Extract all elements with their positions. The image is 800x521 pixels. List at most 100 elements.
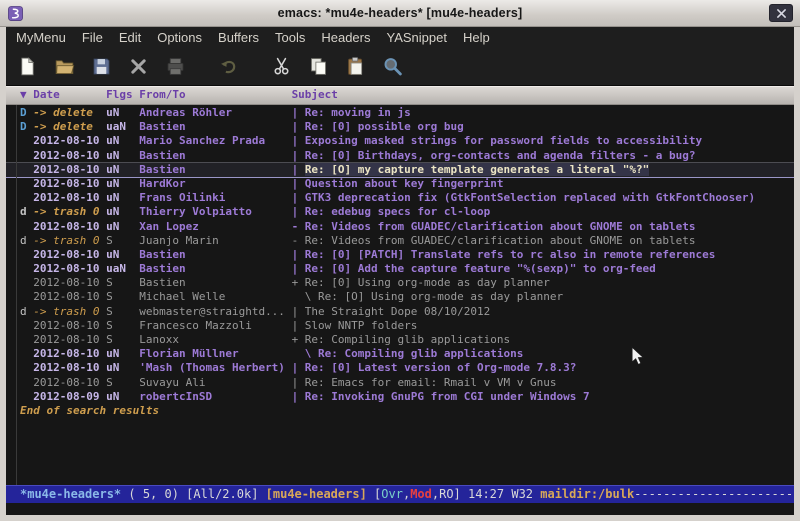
message-mark [20, 276, 33, 289]
mode-line[interactable]: *mu4e-headers* ( 5, 0) [All/2.0k] [mu4e-… [6, 485, 794, 503]
menu-item-yasnippet[interactable]: YASnippet [378, 29, 454, 46]
message-mark [20, 361, 33, 374]
message-mark: d [20, 234, 33, 247]
message-from: Florian Müllner [139, 347, 291, 360]
message-flags: uN [106, 177, 139, 190]
modeline-segment: [mu4e-headers] [266, 487, 367, 501]
message-row[interactable]: 2012-08-10 uN Florian Müllner \ Re: Comp… [6, 347, 794, 361]
message-mark [20, 390, 33, 403]
message-row[interactable]: 2012-08-10 S Michael Welle \ Re: [O] Usi… [6, 290, 794, 304]
message-subject: | Slow NNTP folders [292, 319, 418, 332]
message-mark [20, 134, 33, 147]
new-file-button[interactable] [12, 51, 43, 81]
open-file-button[interactable] [49, 51, 80, 81]
message-row[interactable]: 2012-08-10 S Lanoxx + Re: Compiling glib… [6, 333, 794, 347]
message-subject: | Question about key fingerprint [292, 177, 504, 190]
message-from: Francesco Mazzoli [139, 319, 291, 332]
modeline-segment: 14:27 W32 [468, 487, 540, 501]
buffer[interactable]: D -> delete uN Andreas Röhler | Re: movi… [6, 105, 794, 485]
message-row[interactable]: 2012-08-10 uN 'Mash (Thomas Herbert) | R… [6, 361, 794, 375]
print-icon [165, 56, 186, 77]
window-icon[interactable] [7, 5, 24, 22]
paste-button[interactable] [340, 51, 371, 81]
header-line[interactable]: ▼ Date Flgs From/To Subject [6, 86, 794, 105]
message-from: Lanoxx [139, 333, 291, 346]
column-header-row[interactable]: ▼ Date Flgs From/To Subject [6, 87, 794, 103]
message-row[interactable]: 2012-08-10 uN HardKor | Question about k… [6, 177, 794, 191]
message-mark [20, 191, 33, 204]
message-row[interactable]: d -> trash 0 uN Thierry Volpiatto | Re: … [6, 205, 794, 219]
titlebar[interactable]: emacs: *mu4e-headers* [mu4e-headers] [0, 0, 800, 27]
message-flags: S [106, 319, 139, 332]
message-date: 2012-08-10 [33, 290, 106, 303]
message-date: 2012-08-10 [33, 333, 106, 346]
search-button[interactable] [377, 51, 408, 81]
copy-button[interactable] [303, 51, 334, 81]
message-flags: uaN [106, 120, 139, 133]
menu-item-tools[interactable]: Tools [267, 29, 313, 46]
message-row[interactable]: d -> trash 0 S Juanjo Marin - Re: Videos… [6, 234, 794, 248]
message-row[interactable]: 2012-08-10 uN Bastien | Re: [0] Birthday… [6, 149, 794, 163]
print-button [160, 51, 191, 81]
message-date: -> trash 0 [33, 234, 106, 247]
menu-item-options[interactable]: Options [149, 29, 210, 46]
message-date: 2012-08-10 [33, 361, 106, 374]
thread-separator: | [292, 163, 305, 176]
message-from: Bastien [139, 248, 291, 261]
modeline-segment: *mu4e-headers* [20, 487, 121, 501]
message-flags: uN [106, 390, 139, 403]
modeline-segment: maildir:/bulk [540, 487, 634, 501]
message-from: HardKor [139, 177, 291, 190]
message-flags: S [106, 376, 139, 389]
message-row[interactable]: 2012-08-10 uN Frans Oilinki | GTK3 depre… [6, 191, 794, 205]
message-mark [20, 248, 33, 261]
menu-item-buffers[interactable]: Buffers [210, 29, 267, 46]
message-flags: S [106, 333, 139, 346]
message-flags: uN [106, 205, 139, 218]
message-row[interactable]: 2012-08-10 uN Bastien | Re: [0] [PATCH] … [6, 248, 794, 262]
message-row[interactable]: 2012-08-10 S Bastien + Re: [0] Using org… [6, 276, 794, 290]
close-button[interactable] [769, 4, 793, 22]
message-mark: D [20, 120, 33, 133]
message-row[interactable]: 2012-08-10 uN Bastien | Re: [O] my captu… [6, 163, 794, 177]
minibuffer-echo-area[interactable] [6, 503, 794, 515]
message-subject: | Re: [0] Add the capture feature "%(sex… [292, 262, 656, 275]
message-from: Suvayu Ali [139, 376, 291, 389]
message-from: Frans Oilinki [139, 191, 291, 204]
message-row[interactable]: D -> delete uN Andreas Röhler | Re: movi… [6, 106, 794, 120]
message-flags: uN [106, 347, 139, 360]
message-row[interactable]: 2012-08-10 S Francesco Mazzoli | Slow NN… [6, 319, 794, 333]
message-row[interactable]: 2012-08-10 uaN Bastien | Re: [0] Add the… [6, 262, 794, 276]
message-flags: uN [106, 191, 139, 204]
message-from: Bastien [139, 262, 291, 275]
message-mark [20, 333, 33, 346]
message-from: Andreas Röhler [139, 106, 291, 119]
message-row[interactable]: d -> trash 0 S webmaster@straightd... | … [6, 305, 794, 319]
message-row[interactable]: 2012-08-10 S Suvayu Ali | Re: Emacs for … [6, 376, 794, 390]
message-subject: - Re: Videos from GUADEC/clarification a… [292, 234, 696, 247]
message-subject: + Re: [0] Using org-mode as day planner [292, 276, 550, 289]
end-of-results-text: End of search results [6, 404, 794, 418]
kill-buffer-button[interactable] [123, 51, 154, 81]
menu-item-file[interactable]: File [74, 29, 111, 46]
message-subject: \ Re: Compiling glib applications [292, 347, 524, 360]
menu-item-headers[interactable]: Headers [313, 29, 378, 46]
message-subject: | Re: Invoking GnuPG from CGI under Wind… [292, 390, 590, 403]
frame-content: MyMenuFileEditOptionsBuffersToolsHeaders… [6, 27, 794, 515]
message-row[interactable]: 2012-08-10 uN Mario Sanchez Prada | Expo… [6, 134, 794, 148]
message-mark [20, 290, 33, 303]
message-row[interactable]: 2012-08-09 uN robertcInSD | Re: Invoking… [6, 390, 794, 404]
menu-item-help[interactable]: Help [455, 29, 498, 46]
menu-item-edit[interactable]: Edit [111, 29, 149, 46]
save-button[interactable] [86, 51, 117, 81]
message-mark [20, 149, 33, 162]
message-flags: uN [106, 134, 139, 147]
message-row[interactable]: 2012-08-10 uN Xan Lopez - Re: Videos fro… [6, 220, 794, 234]
cut-button[interactable] [266, 51, 297, 81]
message-date: 2012-08-10 [33, 319, 106, 332]
message-from: 'Mash (Thomas Herbert) [139, 361, 291, 374]
menu-item-mymenu[interactable]: MyMenu [8, 29, 74, 46]
message-subject: | Re: moving in js [292, 106, 411, 119]
message-subject: | Re: [0] [PATCH] Translate refs to rc a… [292, 248, 716, 261]
message-row[interactable]: D -> delete uaN Bastien | Re: [0] possib… [6, 120, 794, 134]
